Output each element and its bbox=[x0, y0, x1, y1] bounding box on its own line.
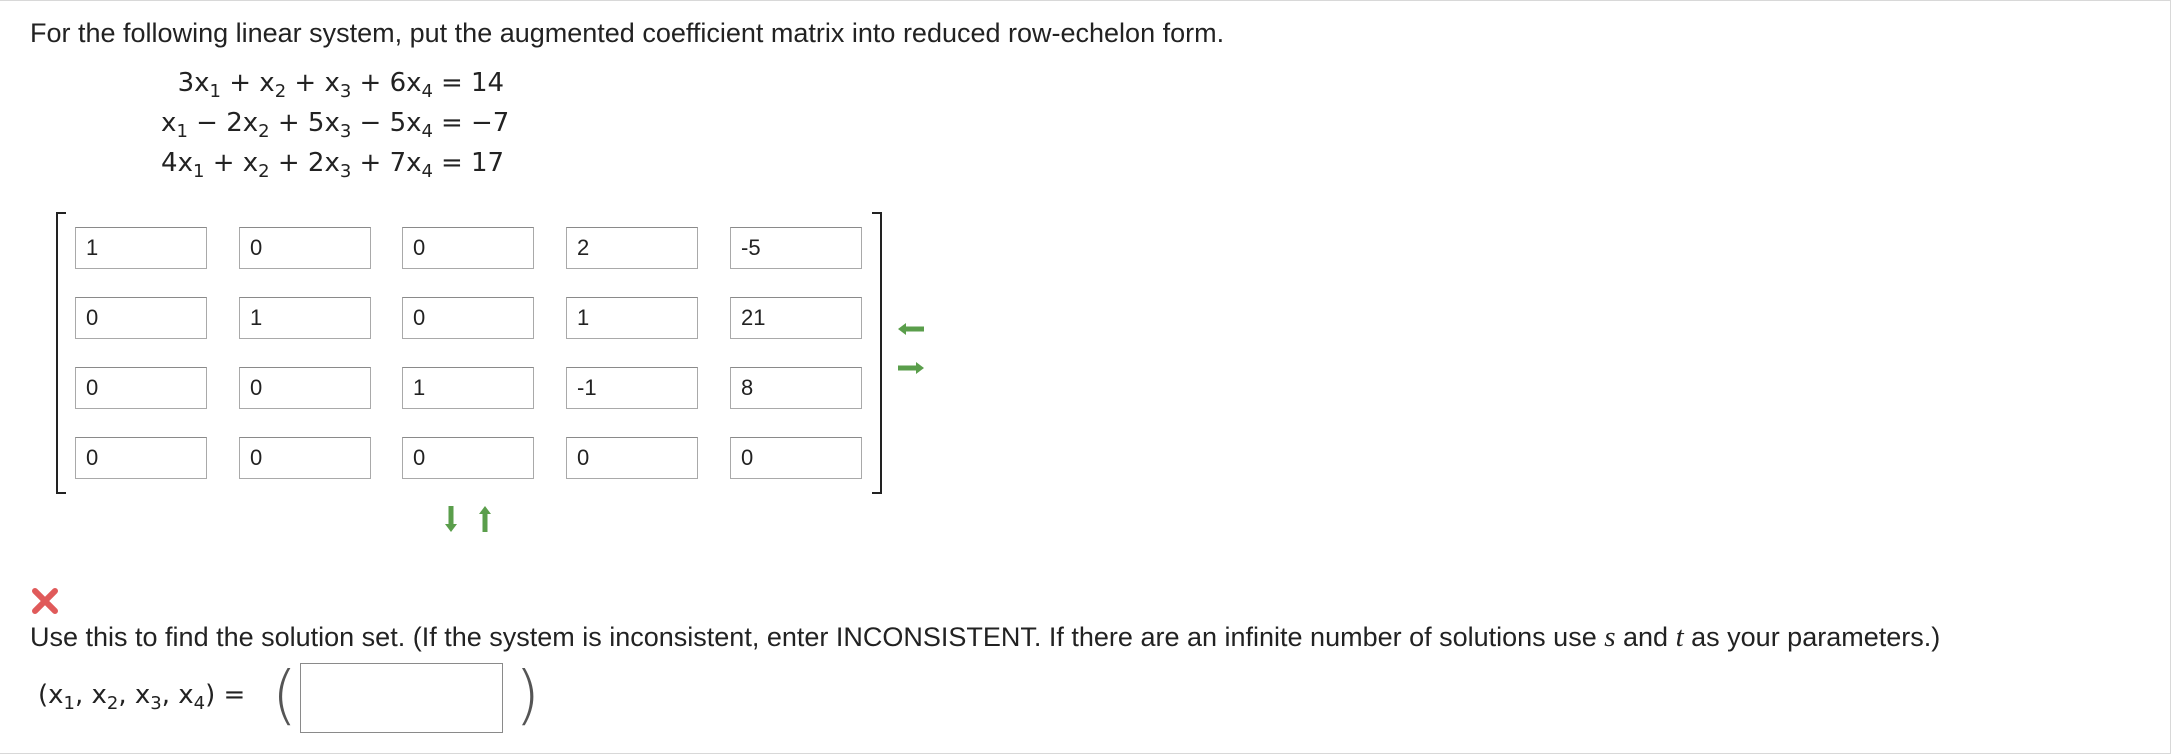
matrix-cell-r1-c3[interactable]: 0 bbox=[402, 227, 534, 269]
right-arrow-icon[interactable] bbox=[896, 360, 926, 376]
equation-1-lhs: 3x1 + x2 + x3 + 6x4 bbox=[177, 68, 433, 102]
matrix-cell-r3-c1[interactable]: 0 bbox=[75, 367, 207, 409]
equation-1-rhs: 14 bbox=[471, 68, 505, 98]
instruction-text: as your parameters.) bbox=[1683, 622, 1941, 652]
matrix-cell-r4-c4[interactable]: 0 bbox=[566, 437, 698, 479]
instruction-text: and bbox=[1615, 622, 1676, 652]
solution-input[interactable] bbox=[300, 663, 503, 733]
parameter-t: t bbox=[1675, 621, 1684, 653]
equation-2-rhs: −7 bbox=[471, 108, 510, 138]
solution-instruction: Use this to find the solution set. (If t… bbox=[30, 621, 1940, 654]
problem-prompt: For the following linear system, put the… bbox=[30, 18, 1225, 48]
matrix-cell-r3-c2[interactable]: 0 bbox=[239, 367, 371, 409]
matrix-cell-r4-c1[interactable]: 0 bbox=[75, 437, 207, 479]
equation-2-lhs: x1 − 2x2 + 5x3 − 5x4 bbox=[161, 108, 433, 142]
open-paren: ( bbox=[272, 659, 297, 733]
matrix-cell-r1-c4[interactable]: 2 bbox=[566, 227, 698, 269]
matrix-cell-r1-c5[interactable]: -5 bbox=[730, 227, 862, 269]
equals-sign: = bbox=[441, 108, 463, 138]
equation-3-lhs: 4x1 + x2 + 2x3 + 7x4 bbox=[161, 148, 433, 182]
matrix-cell-r4-c3[interactable]: 0 bbox=[402, 437, 534, 479]
matrix-cell-r1-c1[interactable]: 1 bbox=[75, 227, 207, 269]
matrix-cell-r3-c3[interactable]: 1 bbox=[402, 367, 534, 409]
matrix-cell-r3-c4[interactable]: -1 bbox=[566, 367, 698, 409]
matrix-cell-r2-c1[interactable]: 0 bbox=[75, 297, 207, 339]
matrix-cell-r2-c3[interactable]: 0 bbox=[402, 297, 534, 339]
matrix-right-bracket bbox=[872, 212, 882, 494]
equation-3-rhs: 17 bbox=[471, 148, 505, 178]
up-arrow-icon[interactable] bbox=[477, 504, 493, 534]
matrix-cell-r2-c4[interactable]: 1 bbox=[566, 297, 698, 339]
matrix-cell-r3-c5[interactable]: 8 bbox=[730, 367, 862, 409]
instruction-text: Use this to find the solution set. (If t… bbox=[30, 622, 1605, 652]
matrix-cell-r1-c2[interactable]: 0 bbox=[239, 227, 371, 269]
solution-label: (x1, x2, x3, x4) = bbox=[38, 680, 246, 714]
left-arrow-icon[interactable] bbox=[896, 321, 926, 337]
equals-sign: = bbox=[441, 148, 463, 178]
matrix-cell-r2-c2[interactable]: 1 bbox=[239, 297, 371, 339]
matrix-cell-r4-c2[interactable]: 0 bbox=[239, 437, 371, 479]
equals-sign: = bbox=[441, 68, 463, 98]
incorrect-x-icon bbox=[32, 588, 58, 614]
matrix-cell-r4-c5[interactable]: 0 bbox=[730, 437, 862, 479]
matrix-left-bracket bbox=[56, 212, 66, 494]
parameter-s: s bbox=[1604, 621, 1616, 653]
down-arrow-icon[interactable] bbox=[443, 504, 459, 534]
close-paren: ) bbox=[515, 659, 540, 733]
matrix-cell-r2-c5[interactable]: 21 bbox=[730, 297, 862, 339]
